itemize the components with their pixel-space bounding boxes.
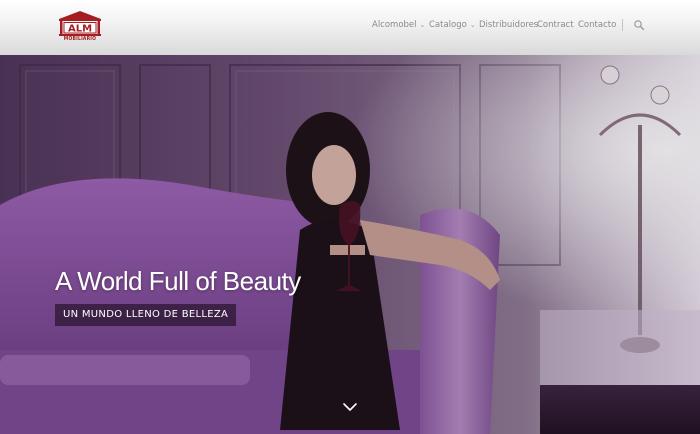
hero-title: A World Full of Beauty (55, 266, 301, 296)
nav-item-alcomobel[interactable]: Alcomobel ⌄ (372, 20, 425, 30)
hero-background-image (0, 55, 700, 434)
nav-item-label: Contract (537, 20, 574, 30)
nav-item-catalogo[interactable]: Catalogo ⌄ (429, 20, 476, 30)
nav-item-contract[interactable]: Contract (537, 20, 574, 30)
brand-logo[interactable]: ALM MOBILIARIO (57, 10, 103, 43)
building-logo-icon: ALM (59, 11, 101, 36)
svg-text:ALM: ALM (68, 24, 92, 35)
chevron-down-icon: ⌄ (469, 21, 476, 29)
brand-logo-subtext: MOBILIARIO (63, 36, 97, 42)
hero-banner: A World Full of Beauty UN MUNDO LLENO DE… (0, 55, 700, 434)
chevron-down-icon: ⌄ (419, 21, 426, 29)
nav-item-contacto[interactable]: Contacto (578, 20, 616, 30)
hero-subtitle: UN MUNDO LLENO DE BELLEZA (55, 304, 237, 326)
nav-item-distribuidores[interactable]: Distribuidores (479, 20, 538, 30)
nav-item-label: Catalogo (429, 20, 467, 30)
nav-divider (622, 19, 623, 31)
nav-item-label: Distribuidores (479, 20, 539, 30)
nav-item-label: Alcomobel (372, 20, 417, 30)
chevron-down-icon[interactable] (342, 401, 358, 413)
site-header: ALM MOBILIARIO Alcomobel ⌄ Catalogo ⌄ Dist… (0, 0, 700, 55)
nav-item-label: Contacto (578, 20, 617, 30)
search-icon[interactable] (633, 19, 645, 31)
